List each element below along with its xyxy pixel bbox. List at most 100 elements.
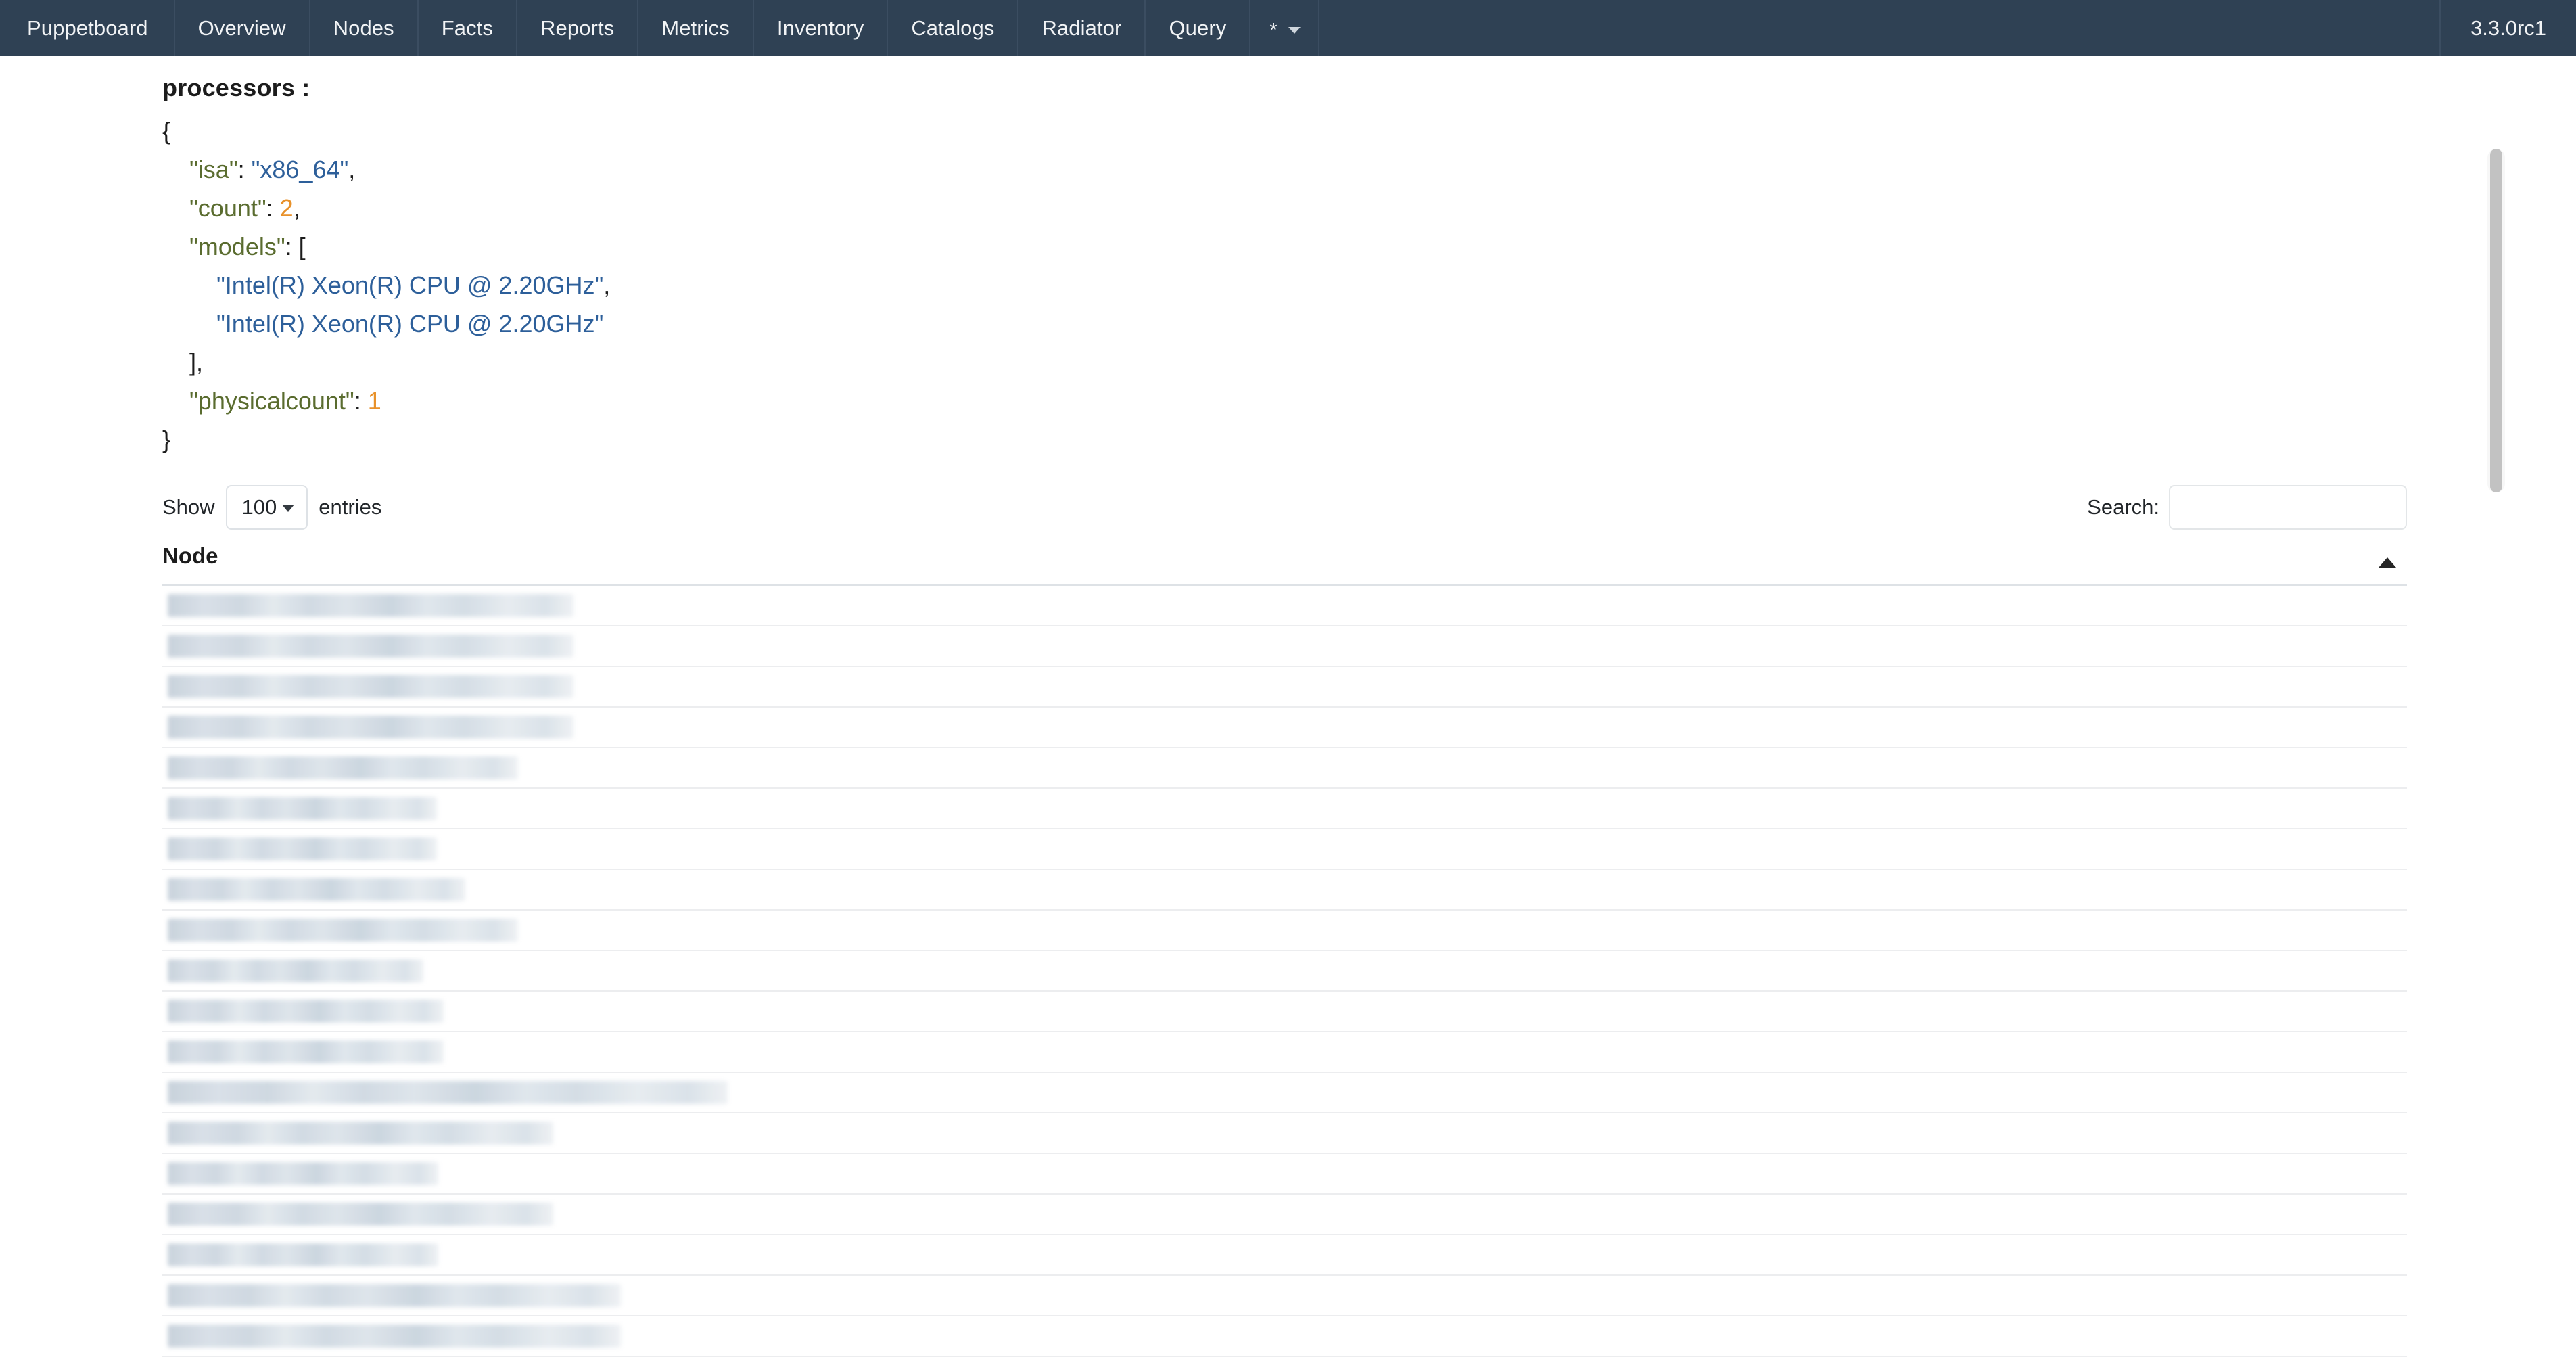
table-row[interactable] bbox=[162, 829, 2407, 870]
node-name-redacted bbox=[168, 1040, 444, 1063]
code-scrollbar-thumb[interactable] bbox=[2490, 149, 2502, 492]
fact-value-block: { "isa": "x86_64", "count": 2, "models":… bbox=[0, 112, 2576, 470]
code-token: "Intel(R) Xeon(R) CPU @ 2.20GHz" bbox=[216, 310, 603, 338]
sort-ascending-icon bbox=[2379, 557, 2396, 568]
nav-item-nodes[interactable]: Nodes bbox=[310, 0, 419, 56]
nav-label-catalogs: Catalogs bbox=[911, 16, 994, 41]
table-row[interactable] bbox=[162, 1032, 2407, 1073]
table-header-node[interactable]: Node bbox=[162, 543, 2407, 586]
node-name-redacted bbox=[168, 1000, 444, 1023]
nav-label-reports: Reports bbox=[540, 16, 614, 41]
code-token: "models" bbox=[189, 233, 285, 260]
nav-item-overview[interactable]: Overview bbox=[175, 0, 310, 56]
top-navbar: Puppetboard Overview Nodes Facts Reports… bbox=[0, 0, 2576, 56]
table-row[interactable] bbox=[162, 1113, 2407, 1154]
nav-item-catalogs[interactable]: Catalogs bbox=[888, 0, 1018, 56]
entries-per-page-value: 100 bbox=[242, 495, 277, 520]
chevron-down-icon bbox=[282, 505, 294, 512]
code-token bbox=[162, 233, 189, 260]
code-token: { bbox=[162, 117, 170, 145]
code-token: } bbox=[162, 426, 170, 453]
nav-label-nodes: Nodes bbox=[333, 16, 394, 41]
table-row[interactable] bbox=[162, 1195, 2407, 1235]
table-row[interactable] bbox=[162, 1235, 2407, 1276]
code-token: : bbox=[238, 156, 252, 183]
code-token: "Intel(R) Xeon(R) CPU @ 2.20GHz" bbox=[216, 271, 603, 299]
table-row[interactable] bbox=[162, 748, 2407, 789]
nav-item-inventory[interactable]: Inventory bbox=[754, 0, 888, 56]
version-label: 3.3.0rc1 bbox=[2439, 0, 2576, 56]
fact-json-code: { "isa": "x86_64", "count": 2, "models":… bbox=[162, 112, 2407, 470]
node-name-redacted bbox=[168, 1284, 621, 1307]
nodes-table: Node bbox=[162, 543, 2407, 1357]
table-row[interactable] bbox=[162, 667, 2407, 708]
table-row[interactable] bbox=[162, 992, 2407, 1032]
nav-label-metrics: Metrics bbox=[661, 16, 730, 41]
code-token: 1 bbox=[368, 387, 381, 415]
table-body bbox=[162, 586, 2407, 1357]
table-row[interactable] bbox=[162, 708, 2407, 748]
datatable-search-control: Search: bbox=[2087, 485, 2407, 530]
node-name-redacted bbox=[168, 1081, 728, 1104]
table-row[interactable] bbox=[162, 1316, 2407, 1357]
node-name-redacted bbox=[168, 919, 518, 942]
environment-label: * bbox=[1269, 21, 1277, 41]
code-token: , bbox=[294, 194, 300, 222]
table-row[interactable] bbox=[162, 911, 2407, 951]
code-token bbox=[162, 271, 216, 299]
search-label: Search: bbox=[2087, 495, 2159, 520]
code-scrollbar[interactable] bbox=[2487, 149, 2505, 492]
show-label: Show bbox=[162, 495, 215, 520]
environment-dropdown[interactable]: * bbox=[1250, 0, 1319, 56]
code-token: : bbox=[266, 194, 280, 222]
search-input[interactable] bbox=[2169, 485, 2407, 530]
datatable-length-control: Show 100 entries bbox=[162, 485, 381, 530]
code-token: 2 bbox=[280, 194, 294, 222]
code-token bbox=[162, 310, 216, 338]
code-token bbox=[162, 194, 189, 222]
entries-per-page-select[interactable]: 100 bbox=[226, 485, 308, 530]
code-token: "count" bbox=[189, 194, 266, 222]
nav-label-query: Query bbox=[1169, 16, 1226, 41]
code-token: , bbox=[603, 271, 610, 299]
nav-label-facts: Facts bbox=[442, 16, 493, 41]
table-row[interactable] bbox=[162, 1154, 2407, 1195]
node-name-redacted bbox=[168, 837, 437, 860]
chevron-down-icon bbox=[1288, 27, 1301, 34]
table-row[interactable] bbox=[162, 586, 2407, 626]
nav-item-query[interactable]: Query bbox=[1146, 0, 1250, 56]
code-token: "physicalcount" bbox=[189, 387, 354, 415]
table-row[interactable] bbox=[162, 626, 2407, 667]
code-token: , bbox=[348, 156, 355, 183]
code-token: : bbox=[354, 387, 368, 415]
node-name-redacted bbox=[168, 1162, 438, 1185]
fact-name-heading: processors : bbox=[0, 56, 2576, 102]
node-name-redacted bbox=[168, 797, 437, 820]
table-row[interactable] bbox=[162, 1276, 2407, 1316]
column-header-label: Node bbox=[162, 543, 218, 568]
main-content: processors : { "isa": "x86_64", "count":… bbox=[0, 56, 2576, 1357]
nav-label-inventory: Inventory bbox=[777, 16, 864, 41]
node-name-redacted bbox=[168, 878, 465, 901]
nav-item-facts[interactable]: Facts bbox=[419, 0, 517, 56]
node-name-redacted bbox=[168, 756, 518, 779]
code-token: "x86_64" bbox=[252, 156, 349, 183]
datatable-controls: Show 100 entries Search: bbox=[0, 485, 2576, 530]
code-token: "isa" bbox=[189, 156, 238, 183]
navbar-right: 3.3.0rc1 bbox=[2439, 0, 2576, 56]
table-row[interactable] bbox=[162, 789, 2407, 829]
nav-item-reports[interactable]: Reports bbox=[517, 0, 638, 56]
table-row[interactable] bbox=[162, 951, 2407, 992]
node-name-redacted bbox=[168, 675, 573, 698]
node-name-redacted bbox=[168, 959, 423, 982]
table-row[interactable] bbox=[162, 1073, 2407, 1113]
nav-item-brand[interactable]: Puppetboard bbox=[0, 0, 175, 56]
nav-item-radiator[interactable]: Radiator bbox=[1018, 0, 1146, 56]
node-name-redacted bbox=[168, 1203, 553, 1226]
node-name-redacted bbox=[168, 1243, 438, 1266]
nav-label-overview: Overview bbox=[198, 16, 286, 41]
nav-item-metrics[interactable]: Metrics bbox=[638, 0, 754, 56]
entries-label: entries bbox=[319, 495, 381, 520]
code-token: : [ bbox=[285, 233, 306, 260]
table-row[interactable] bbox=[162, 870, 2407, 911]
